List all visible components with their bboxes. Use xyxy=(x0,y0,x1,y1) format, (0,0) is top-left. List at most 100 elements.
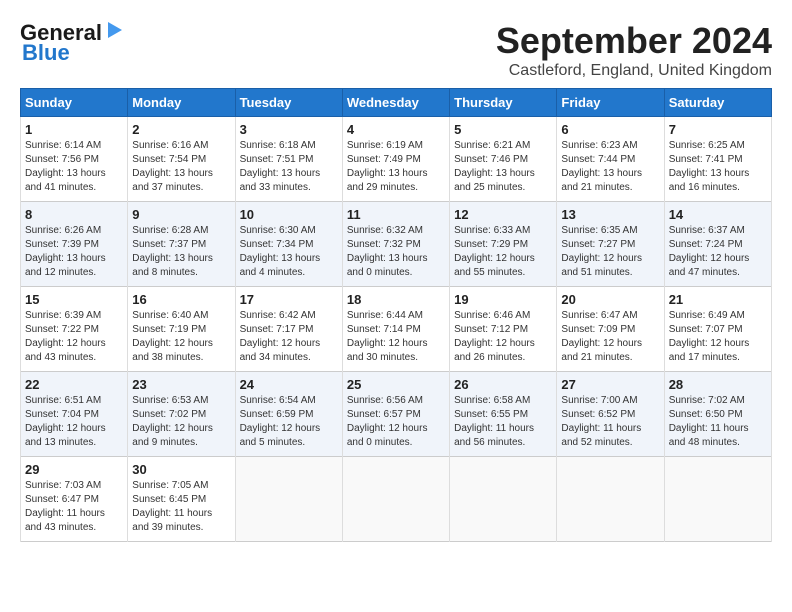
day-number: 9 xyxy=(132,207,230,222)
day-info: Sunrise: 6:56 AM Sunset: 6:57 PM Dayligh… xyxy=(347,394,445,450)
day-info: Sunrise: 7:00 AM Sunset: 6:52 PM Dayligh… xyxy=(561,394,659,450)
calendar-header-row: SundayMondayTuesdayWednesdayThursdayFrid… xyxy=(21,89,772,117)
day-info: Sunrise: 6:18 AM Sunset: 7:51 PM Dayligh… xyxy=(240,139,338,195)
calendar-table: SundayMondayTuesdayWednesdayThursdayFrid… xyxy=(20,88,772,542)
day-number: 6 xyxy=(561,122,659,137)
day-cell: 28 Sunrise: 7:02 AM Sunset: 6:50 PM Dayli… xyxy=(664,372,771,457)
day-number: 1 xyxy=(25,122,123,137)
day-cell: 2 Sunrise: 6:16 AM Sunset: 7:54 PM Daylig… xyxy=(128,117,235,202)
day-info: Sunrise: 6:49 AM Sunset: 7:07 PM Dayligh… xyxy=(669,309,767,365)
day-cell: 10 Sunrise: 6:30 AM Sunset: 7:34 PM Dayli… xyxy=(235,202,342,287)
day-info: Sunrise: 6:19 AM Sunset: 7:49 PM Dayligh… xyxy=(347,139,445,195)
title-block: September 2024 Castleford, England, Unit… xyxy=(496,20,772,80)
col-tuesday: Tuesday xyxy=(235,89,342,117)
day-number: 23 xyxy=(132,377,230,392)
day-info: Sunrise: 6:23 AM Sunset: 7:44 PM Dayligh… xyxy=(561,139,659,195)
day-number: 27 xyxy=(561,377,659,392)
day-cell: 29Sunrise: 7:03 AM Sunset: 6:47 PM Dayli… xyxy=(21,457,128,542)
day-cell: 1 Sunrise: 6:14 AM Sunset: 7:56 PM Daylig… xyxy=(21,117,128,202)
day-number: 17 xyxy=(240,292,338,307)
location: Castleford, England, United Kingdom xyxy=(496,62,772,80)
day-cell: 16 Sunrise: 6:40 AM Sunset: 7:19 PM Dayli… xyxy=(128,287,235,372)
day-cell: 27 Sunrise: 7:00 AM Sunset: 6:52 PM Dayli… xyxy=(557,372,664,457)
day-number: 12 xyxy=(454,207,552,222)
day-number: 5 xyxy=(454,122,552,137)
day-cell: 17 Sunrise: 6:42 AM Sunset: 7:17 PM Dayli… xyxy=(235,287,342,372)
day-number: 28 xyxy=(669,377,767,392)
day-cell: 23 Sunrise: 6:53 AM Sunset: 7:02 PM Dayli… xyxy=(128,372,235,457)
day-cell xyxy=(557,457,664,542)
col-thursday: Thursday xyxy=(450,89,557,117)
day-number: 14 xyxy=(669,207,767,222)
day-number: 7 xyxy=(669,122,767,137)
day-number: 21 xyxy=(669,292,767,307)
day-cell: 26 Sunrise: 6:58 AM Sunset: 6:55 PM Dayli… xyxy=(450,372,557,457)
day-info: Sunrise: 6:42 AM Sunset: 7:17 PM Dayligh… xyxy=(240,309,338,365)
day-number: 3 xyxy=(240,122,338,137)
day-cell xyxy=(235,457,342,542)
day-number: 10 xyxy=(240,207,338,222)
logo: General Blue xyxy=(20,20,126,66)
day-number: 18 xyxy=(347,292,445,307)
day-info: Sunrise: 6:16 AM Sunset: 7:54 PM Dayligh… xyxy=(132,139,230,195)
page-header: General Blue September 2024 Castleford, … xyxy=(20,20,772,80)
day-info: Sunrise: 6:40 AM Sunset: 7:19 PM Dayligh… xyxy=(132,309,230,365)
col-friday: Friday xyxy=(557,89,664,117)
logo-blue: Blue xyxy=(22,40,70,66)
week-row: 1 Sunrise: 6:14 AM Sunset: 7:56 PM Daylig… xyxy=(21,117,772,202)
day-number: 15 xyxy=(25,292,123,307)
day-info: Sunrise: 6:21 AM Sunset: 7:46 PM Dayligh… xyxy=(454,139,552,195)
day-number: 26 xyxy=(454,377,552,392)
day-cell xyxy=(342,457,449,542)
day-info: Sunrise: 7:03 AM Sunset: 6:47 PM Dayligh… xyxy=(25,479,123,535)
day-cell xyxy=(450,457,557,542)
day-info: Sunrise: 6:37 AM Sunset: 7:24 PM Dayligh… xyxy=(669,224,767,280)
day-info: Sunrise: 6:35 AM Sunset: 7:27 PM Dayligh… xyxy=(561,224,659,280)
day-info: Sunrise: 6:32 AM Sunset: 7:32 PM Dayligh… xyxy=(347,224,445,280)
day-cell: 20Sunrise: 6:47 AM Sunset: 7:09 PM Dayli… xyxy=(557,287,664,372)
logo-icon xyxy=(104,20,126,42)
day-cell: 13 Sunrise: 6:35 AM Sunset: 7:27 PM Dayli… xyxy=(557,202,664,287)
day-info: Sunrise: 6:14 AM Sunset: 7:56 PM Dayligh… xyxy=(25,139,123,195)
day-cell: 24 Sunrise: 6:54 AM Sunset: 6:59 PM Dayli… xyxy=(235,372,342,457)
week-row: 29Sunrise: 7:03 AM Sunset: 6:47 PM Dayli… xyxy=(21,457,772,542)
col-monday: Monday xyxy=(128,89,235,117)
col-wednesday: Wednesday xyxy=(342,89,449,117)
day-cell: 14 Sunrise: 6:37 AM Sunset: 7:24 PM Dayli… xyxy=(664,202,771,287)
day-info: Sunrise: 7:05 AM Sunset: 6:45 PM Dayligh… xyxy=(132,479,230,535)
day-info: Sunrise: 6:51 AM Sunset: 7:04 PM Dayligh… xyxy=(25,394,123,450)
day-info: Sunrise: 6:33 AM Sunset: 7:29 PM Dayligh… xyxy=(454,224,552,280)
day-cell: 22 Sunrise: 6:51 AM Sunset: 7:04 PM Dayli… xyxy=(21,372,128,457)
day-info: Sunrise: 6:28 AM Sunset: 7:37 PM Dayligh… xyxy=(132,224,230,280)
day-info: Sunrise: 6:26 AM Sunset: 7:39 PM Dayligh… xyxy=(25,224,123,280)
day-info: Sunrise: 6:46 AM Sunset: 7:12 PM Dayligh… xyxy=(454,309,552,365)
day-cell: 7Sunrise: 6:25 AM Sunset: 7:41 PM Daylig… xyxy=(664,117,771,202)
week-row: 22 Sunrise: 6:51 AM Sunset: 7:04 PM Dayli… xyxy=(21,372,772,457)
day-cell: 11 Sunrise: 6:32 AM Sunset: 7:32 PM Dayli… xyxy=(342,202,449,287)
day-number: 8 xyxy=(25,207,123,222)
day-info: Sunrise: 6:30 AM Sunset: 7:34 PM Dayligh… xyxy=(240,224,338,280)
day-info: Sunrise: 6:54 AM Sunset: 6:59 PM Dayligh… xyxy=(240,394,338,450)
day-info: Sunrise: 6:53 AM Sunset: 7:02 PM Dayligh… xyxy=(132,394,230,450)
day-number: 4 xyxy=(347,122,445,137)
day-info: Sunrise: 6:58 AM Sunset: 6:55 PM Dayligh… xyxy=(454,394,552,450)
week-row: 15Sunrise: 6:39 AM Sunset: 7:22 PM Dayli… xyxy=(21,287,772,372)
day-number: 19 xyxy=(454,292,552,307)
day-cell: 21 Sunrise: 6:49 AM Sunset: 7:07 PM Dayli… xyxy=(664,287,771,372)
day-number: 24 xyxy=(240,377,338,392)
day-number: 11 xyxy=(347,207,445,222)
day-cell: 18Sunrise: 6:44 AM Sunset: 7:14 PM Dayli… xyxy=(342,287,449,372)
day-number: 13 xyxy=(561,207,659,222)
month-title: September 2024 xyxy=(496,20,772,62)
day-info: Sunrise: 7:02 AM Sunset: 6:50 PM Dayligh… xyxy=(669,394,767,450)
day-cell: 5 Sunrise: 6:21 AM Sunset: 7:46 PM Daylig… xyxy=(450,117,557,202)
week-row: 8 Sunrise: 6:26 AM Sunset: 7:39 PM Daylig… xyxy=(21,202,772,287)
day-cell: 25Sunrise: 6:56 AM Sunset: 6:57 PM Dayli… xyxy=(342,372,449,457)
day-cell: 30 Sunrise: 7:05 AM Sunset: 6:45 PM Dayli… xyxy=(128,457,235,542)
day-cell: 19 Sunrise: 6:46 AM Sunset: 7:12 PM Dayli… xyxy=(450,287,557,372)
day-number: 22 xyxy=(25,377,123,392)
day-number: 16 xyxy=(132,292,230,307)
day-number: 20 xyxy=(561,292,659,307)
day-number: 30 xyxy=(132,462,230,477)
day-number: 2 xyxy=(132,122,230,137)
